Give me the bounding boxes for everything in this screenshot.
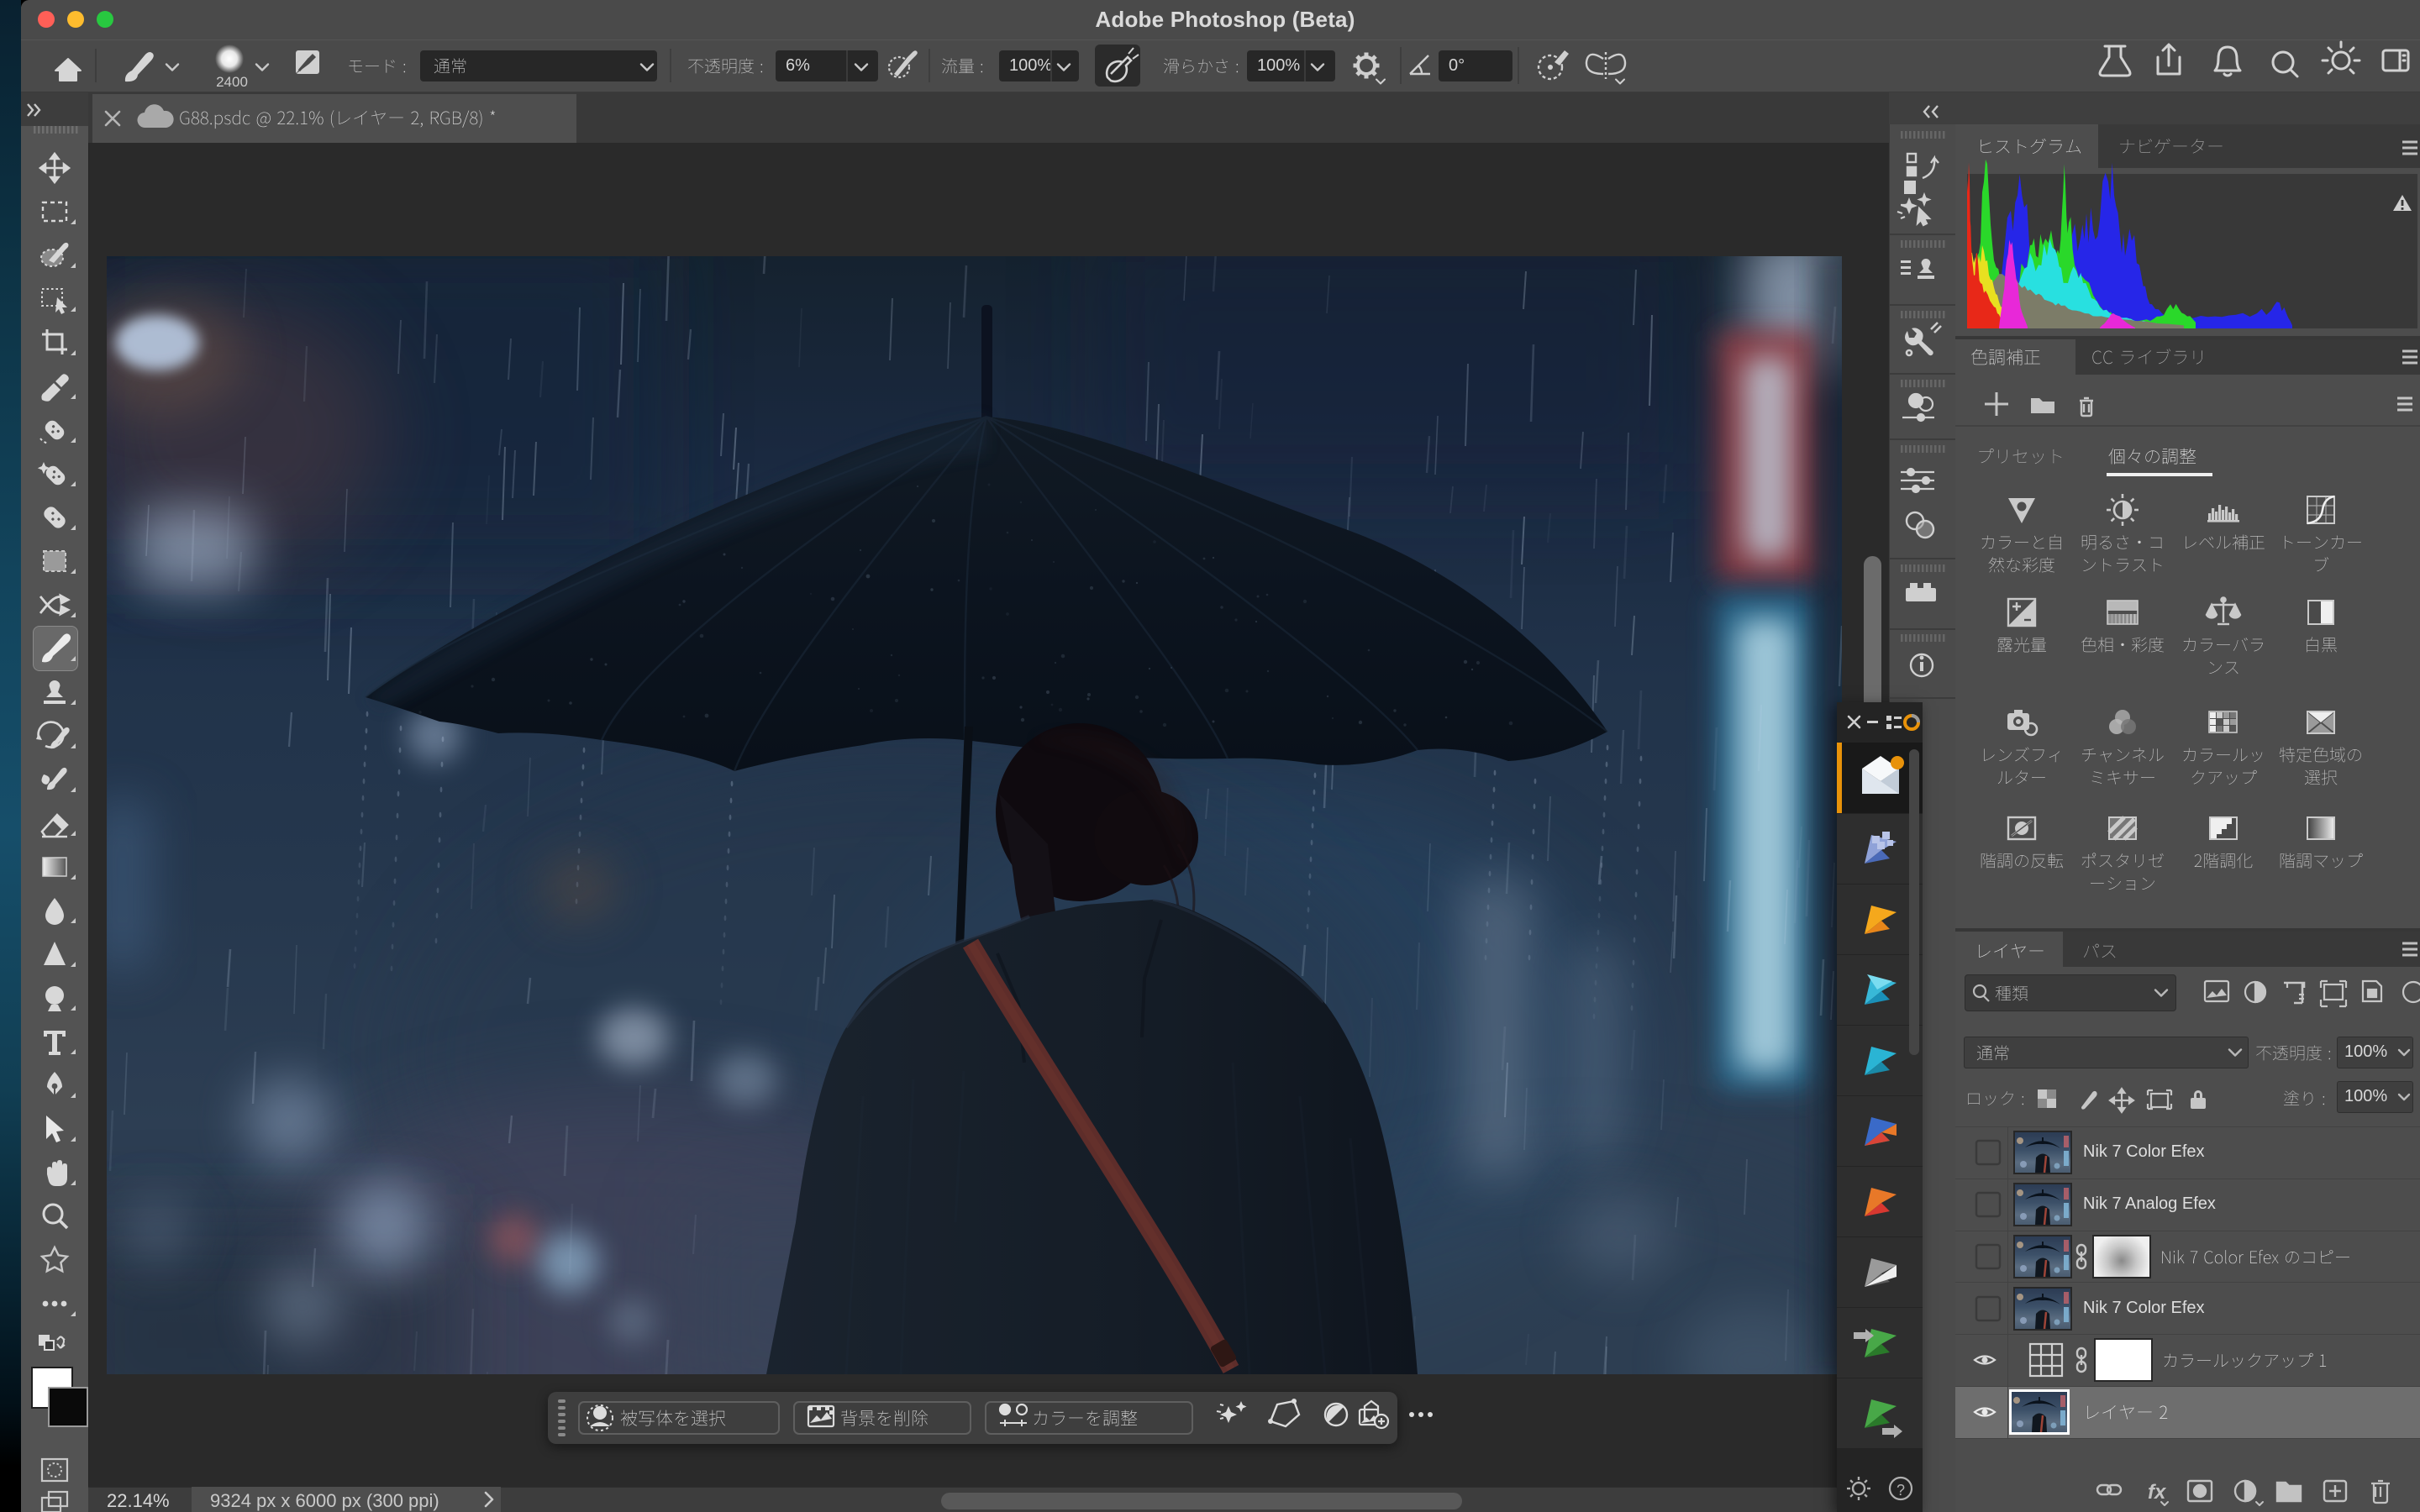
- svg-text:fx: fx: [2148, 1481, 2167, 1504]
- svg-text:?: ?: [1897, 1482, 1905, 1499]
